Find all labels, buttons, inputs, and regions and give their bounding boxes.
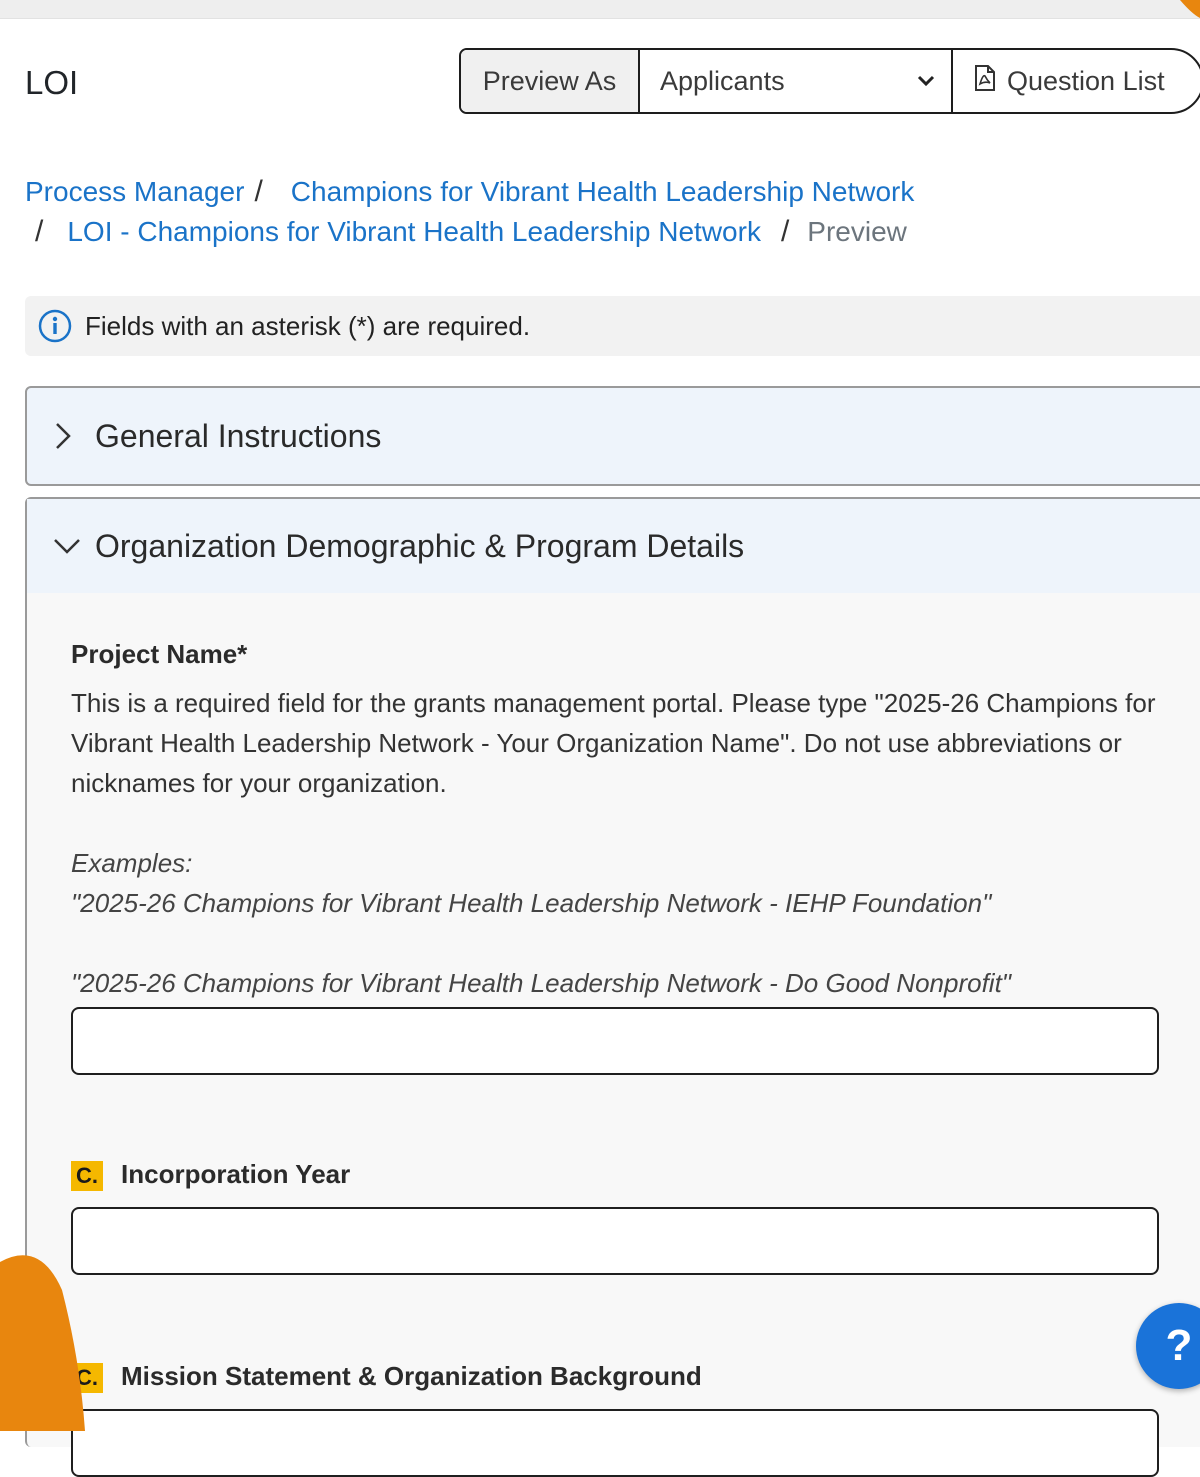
breadcrumb: Process Manager / Champions for Vibrant He… <box>25 172 1125 252</box>
preview-toolbar: Preview As Applicants Question List <box>459 48 1200 114</box>
breadcrumb-process-manager[interactable]: Process Manager <box>25 176 244 207</box>
breadcrumb-loi[interactable]: LOI - Champions for Vibrant Health Leade… <box>67 216 761 247</box>
section-title: General Instructions <box>95 417 382 454</box>
incorporation-year-label: C. Incorporation Year <box>71 1159 1159 1192</box>
audience-select[interactable]: Applicants <box>640 50 953 112</box>
question-list-label: Question List <box>1007 65 1165 96</box>
project-name-field: Project Name* This is a required field f… <box>71 639 1159 1075</box>
project-name-input[interactable] <box>71 1007 1159 1075</box>
project-name-examples: Examples: "2025-26 Champions for Vibrant… <box>71 843 1159 1003</box>
project-name-label: Project Name* <box>71 639 248 669</box>
page-title: LOI <box>25 64 79 101</box>
breadcrumb-current: Preview <box>807 216 907 247</box>
breadcrumb-separator: / <box>780 215 790 248</box>
example-1: "2025-26 Champions for Vibrant Health Le… <box>71 888 992 918</box>
question-list-button[interactable]: Question List <box>953 50 1200 112</box>
preview-as-label: Preview As <box>461 50 640 112</box>
section-title: Organization Demographic & Program Detai… <box>95 527 745 564</box>
question-badge: C. <box>71 1161 103 1192</box>
examples-heading: Examples: <box>71 848 193 878</box>
top-bar <box>0 0 1200 19</box>
question-badge: C. <box>71 1363 103 1394</box>
mission-label-text: Mission Statement & Organization Backgro… <box>121 1361 702 1391</box>
breadcrumb-separator: / <box>35 215 44 248</box>
incorporation-year-input[interactable] <box>71 1207 1159 1276</box>
project-name-description: This is a required field for the grants … <box>71 688 1156 798</box>
pdf-icon <box>973 64 997 99</box>
chevron-right-icon <box>51 420 95 452</box>
incorporation-year-label-text: Incorporation Year <box>121 1159 351 1189</box>
mission-input[interactable] <box>71 1409 1159 1477</box>
example-2: "2025-26 Champions for Vibrant Health Le… <box>71 968 1012 998</box>
info-icon <box>37 308 73 344</box>
section-organization-details: Organization Demographic & Program Detai… <box>25 497 1200 1477</box>
section-header[interactable]: General Instructions <box>27 388 1200 484</box>
mission-label: C. Mission Statement & Organization Backg… <box>71 1361 1159 1394</box>
mission-field: C. Mission Statement & Organization Backg… <box>71 1361 1159 1477</box>
section-header[interactable]: Organization Demographic & Program Detai… <box>27 499 1200 593</box>
audience-select-value: Applicants <box>660 65 785 96</box>
section-general-instructions[interactable]: General Instructions <box>25 386 1200 486</box>
chevron-down-icon <box>917 75 935 87</box>
breadcrumb-separator: / <box>254 175 263 208</box>
breadcrumb-program[interactable]: Champions for Vibrant Health Leadership … <box>291 176 915 207</box>
incorporation-year-field: C. Incorporation Year <box>71 1159 1159 1276</box>
chevron-down-icon <box>51 535 95 557</box>
notice-text: Fields with an asterisk (*) are required… <box>85 310 531 341</box>
required-fields-notice: Fields with an asterisk (*) are required… <box>25 296 1200 356</box>
